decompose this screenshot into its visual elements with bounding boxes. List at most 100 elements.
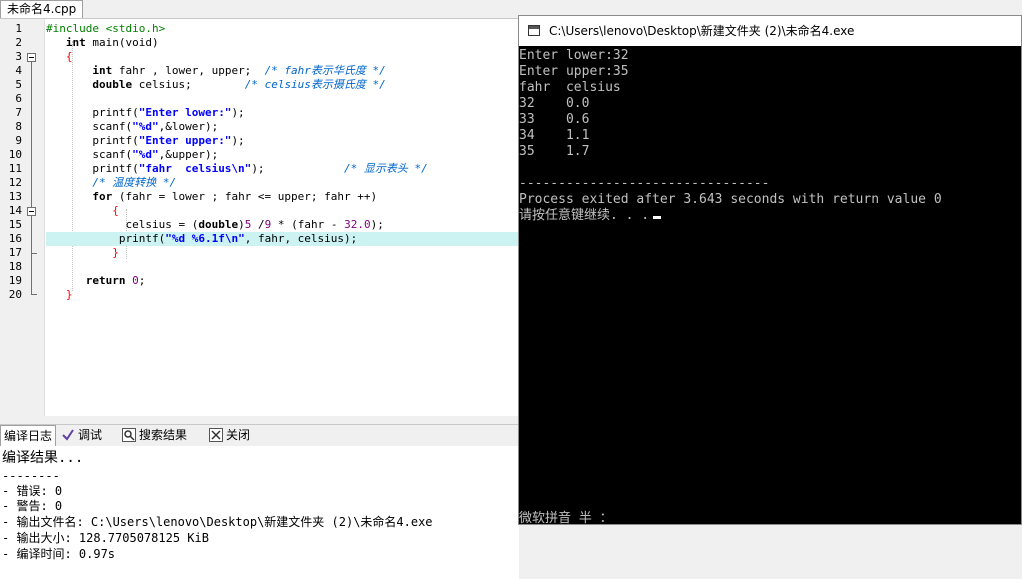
line-number: 13 — [8, 190, 22, 203]
console-app-icon — [528, 25, 540, 36]
code-text: printf( — [92, 134, 139, 147]
bottom-panel-tabs: 编译日志 调试 搜索结果 关闭 — [0, 424, 519, 446]
console-title-bar[interactable]: C:\Users\lenovo\Desktop\新建文件夹 (2)\未命名4.e… — [519, 16, 1021, 46]
line-number: 9 — [15, 134, 22, 147]
text-cursor — [653, 216, 662, 219]
line-number: 7 — [15, 106, 22, 119]
line-number: 11 — [8, 162, 22, 175]
code-line-15: celsius = (double)5 /9 * (fahr - 32.0); — [46, 218, 519, 232]
code-text: main(void) — [85, 36, 159, 49]
code-text: printf( — [118, 232, 166, 245]
tab-label: 搜索结果 — [139, 428, 188, 442]
console-title: C:\Users\lenovo\Desktop\新建文件夹 (2)\未命名4.e… — [549, 24, 855, 38]
console-window[interactable]: C:\Users\lenovo\Desktop\新建文件夹 (2)\未命名4.e… — [518, 15, 1022, 526]
comment: /* fahr表示华氏度 */ — [264, 64, 386, 77]
line-number: 17 — [8, 246, 22, 259]
keyword: int — [92, 64, 113, 77]
log-line: - 警告: 0 — [2, 499, 63, 513]
line-number: 14 — [8, 204, 22, 217]
fold-end-marker — [31, 253, 37, 254]
tab-label: 编译日志 — [4, 429, 53, 443]
code-editor[interactable]: 1 2 3 4 5 6 7 8 9 10 11 12 13 14 15 16 1… — [0, 19, 519, 416]
code-line-10: scanf("%d",&upper); — [46, 148, 519, 162]
console-separator: -------------------------------- — [519, 176, 770, 191]
tab-label: 调试 — [78, 428, 103, 442]
compile-log-panel[interactable]: 编译结果... -------- - 错误: 0 - 警告: 0 - 输出文件名… — [0, 446, 519, 579]
tab-debug[interactable]: 调试 — [61, 425, 102, 445]
code-text: celsius; — [132, 78, 245, 91]
code-text: scanf( — [92, 120, 133, 133]
keyword: int — [65, 36, 86, 49]
code-area[interactable]: #include <stdio.h> int main(void) { int … — [46, 19, 519, 416]
comment: /* 温度转换 */ — [92, 176, 177, 189]
file-tab[interactable]: 未命名4.cpp — [0, 0, 84, 18]
line-number: 5 — [15, 78, 22, 91]
log-line: -------- — [2, 469, 60, 483]
code-line-12: /* 温度转换 */ — [46, 176, 519, 190]
file-tab-bar: 未命名4.cpp — [0, 0, 519, 19]
line-number: 10 — [8, 148, 22, 161]
code-line-20: } — [46, 288, 519, 302]
line-number: 1 — [15, 22, 22, 35]
code-line-14: { — [46, 204, 519, 218]
preprocessor-directive: #include <stdio.h> — [46, 22, 166, 35]
string-literal: "%d %6.1f\n" — [165, 232, 245, 245]
fold-guide-line — [31, 62, 32, 294]
console-line: 34 1.1 — [519, 128, 590, 143]
code-text: printf( — [92, 162, 139, 175]
string-literal: "%d" — [132, 120, 159, 133]
string-literal: "fahr celsius\n" — [138, 162, 252, 175]
line-number: 18 — [8, 260, 22, 273]
console-line: Process exited after 3.643 seconds with … — [519, 192, 942, 207]
line-number: 2 — [15, 36, 22, 49]
log-line: - 输出大小: 128.7705078125 KiB — [2, 531, 209, 545]
ime-status: 微软拼音 半 ： — [519, 511, 613, 526]
tab-close[interactable]: 关闭 — [209, 425, 250, 445]
code-text: / — [251, 218, 265, 231]
tab-compile-log[interactable]: 编译日志 — [0, 425, 57, 446]
line-number: 20 — [8, 288, 22, 301]
number-literal: 32.0 — [344, 218, 371, 231]
line-number: 6 — [15, 92, 22, 105]
fold-collapse-icon[interactable] — [27, 53, 36, 62]
console-line: 35 1.7 — [519, 144, 590, 159]
line-number: 15 — [8, 218, 22, 231]
code-text: ); — [370, 218, 384, 231]
console-output[interactable]: Enter lower:32 Enter upper:35 fahr celsi… — [519, 46, 1021, 526]
console-line: Enter upper:35 — [519, 64, 629, 79]
code-line-9: printf("Enter upper:"); — [46, 134, 519, 148]
string-literal: "Enter lower:" — [138, 106, 232, 119]
line-number: 4 — [15, 64, 22, 77]
brace: } — [112, 246, 119, 259]
code-line-13: for (fahr = lower ; fahr <= upper; fahr … — [46, 190, 519, 204]
tab-label: 关闭 — [226, 428, 251, 442]
console-line: Enter lower:32 — [519, 48, 629, 63]
number-literal: 0 — [125, 274, 139, 287]
tab-search-results[interactable]: 搜索结果 — [122, 425, 187, 445]
code-line-16-current: printf("%d %6.1f\n", fahr, celsius); — [46, 232, 519, 246]
brace: { — [112, 204, 119, 217]
search-icon — [122, 428, 136, 442]
line-number: 8 — [15, 120, 22, 133]
string-literal: "Enter upper:" — [138, 134, 232, 147]
line-number: 19 — [8, 274, 22, 287]
keyword: double — [198, 218, 239, 231]
log-line: - 编译时间: 0.97s — [2, 547, 116, 561]
fold-collapse-icon[interactable] — [27, 207, 36, 216]
comment: /* 显示表头 */ — [344, 162, 428, 175]
line-number: 3 — [15, 50, 22, 63]
code-text: * (fahr - — [271, 218, 345, 231]
code-text: fahr , lower, upper; — [112, 64, 265, 77]
code-text: ; — [138, 274, 146, 287]
brace: } — [65, 288, 73, 301]
code-text: ,&lower); — [158, 120, 219, 133]
code-text: (fahr = lower ; fahr <= upper; fahr ++) — [112, 190, 378, 203]
code-text: ); — [231, 134, 245, 147]
code-line-8: scanf("%d",&lower); — [46, 120, 519, 134]
keyword: double — [92, 78, 133, 91]
code-line-11: printf("fahr celsius\n"); /* 显示表头 */ — [46, 162, 519, 176]
code-text: ) — [238, 218, 245, 231]
code-line-3: { — [46, 50, 519, 64]
code-line-7: printf("Enter lower:"); — [46, 106, 519, 120]
